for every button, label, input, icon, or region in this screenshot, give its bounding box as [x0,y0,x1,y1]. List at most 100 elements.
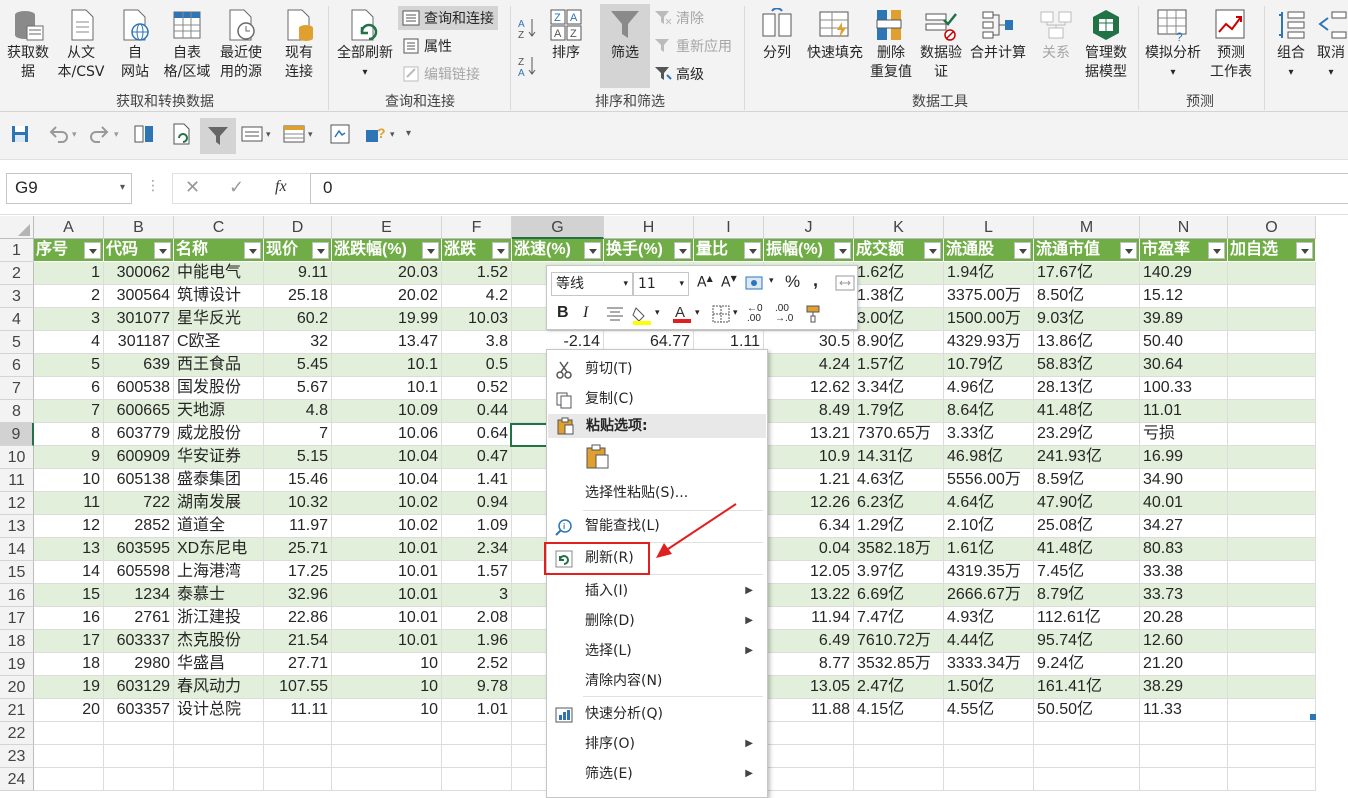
table-cell[interactable] [1228,469,1316,492]
table-cell[interactable]: 21.20 [1140,653,1228,676]
table-header-cell[interactable]: 涨跌幅(%) [332,239,442,262]
edit-links-button[interactable]: 编辑链接 [402,62,480,86]
reapply-button[interactable]: 重新应用 [654,34,732,58]
table-cell[interactable]: 8.79亿 [1034,584,1140,607]
table-cell[interactable]: 100.33 [1140,377,1228,400]
manage-data-model-button[interactable]: 管理数 据模型 [1080,8,1132,82]
table-header-cell[interactable]: 序号 [34,239,104,262]
column-header-l[interactable]: L [944,216,1034,239]
table-cell[interactable]: 盛泰集团 [174,469,264,492]
table-cell[interactable]: 13 [34,538,104,561]
row-header-14[interactable]: 14 [0,538,34,561]
chevron-down-icon[interactable]: ▾ [114,130,119,140]
table-cell[interactable]: 2980 [104,653,174,676]
table-cell[interactable]: 300062 [104,262,174,285]
filter-dropdown-icon[interactable] [312,242,329,259]
table-cell[interactable]: 1.21 [764,469,854,492]
table-header-cell[interactable]: 现价 [264,239,332,262]
flash-fill-button[interactable]: 快速填充 [804,8,866,63]
row-header-23[interactable]: 23 [0,745,34,768]
table-cell[interactable]: 2761 [104,607,174,630]
table-cell[interactable]: 4.96亿 [944,377,1034,400]
empty-cell[interactable] [854,722,944,745]
table-cell[interactable]: 41.48亿 [1034,538,1140,561]
table-cell[interactable] [1228,354,1316,377]
forecast-sheet-button[interactable]: 预测 工作表 [1206,8,1256,82]
filter-dropdown-icon[interactable] [744,242,761,259]
row-header-16[interactable]: 16 [0,584,34,607]
table-cell[interactable]: 5.15 [264,446,332,469]
table-cell[interactable]: 3 [34,308,104,331]
empty-cell[interactable] [1228,745,1316,768]
table-cell[interactable]: 1.41 [442,469,512,492]
table-cell[interactable]: 30.64 [1140,354,1228,377]
filter-dropdown-icon[interactable] [1296,242,1313,259]
table-cell[interactable]: 10.04 [332,469,442,492]
chevron-down-icon[interactable]: ▾ [390,130,395,140]
paste-button[interactable] [585,444,611,470]
table-cell[interactable]: 27.71 [264,653,332,676]
table-cell[interactable]: 4.93亿 [944,607,1034,630]
table-cell[interactable]: 17.25 [264,561,332,584]
table-cell[interactable]: 11.97 [264,515,332,538]
empty-cell[interactable] [854,768,944,791]
table-cell[interactable]: 3 [442,584,512,607]
sort-ascending-button[interactable]: AZ [518,14,540,41]
table-cell[interactable]: 10.01 [332,561,442,584]
table-cell[interactable] [1228,446,1316,469]
row-header-4[interactable]: 4 [0,308,34,331]
table-cell[interactable]: 5 [34,354,104,377]
empty-cell[interactable] [764,745,854,768]
filter-icon[interactable] [200,118,236,154]
table-cell[interactable] [1228,377,1316,400]
recent-sources-button[interactable]: 最近使 用的源 [214,8,268,82]
table-cell[interactable]: 10.04 [332,446,442,469]
table-cell[interactable]: 2 [34,285,104,308]
table-cell[interactable]: 9.24亿 [1034,653,1140,676]
table-cell[interactable]: 国发股份 [174,377,264,400]
table-cell[interactable]: 10.01 [332,630,442,653]
group-button[interactable]: 组合 ▾ [1270,8,1312,82]
table-cell[interactable]: 12 [34,515,104,538]
row-header-11[interactable]: 11 [0,469,34,492]
table-cell[interactable]: 6.23亿 [854,492,944,515]
table-cell[interactable]: 14.31亿 [854,446,944,469]
redo-icon[interactable] [88,122,112,146]
table-cell[interactable]: 1.50亿 [944,676,1034,699]
refresh-icon[interactable] [170,122,194,146]
table-cell[interactable]: 19 [34,676,104,699]
empty-cell[interactable] [174,722,264,745]
get-data-button[interactable]: 获取数 据 [4,8,52,82]
chevron-down-icon[interactable]: ▾ [72,130,77,140]
table-cell[interactable]: 22.86 [264,607,332,630]
row-header-9[interactable]: 9 [0,423,34,446]
table-cell[interactable]: 6.49 [764,630,854,653]
table-cell[interactable]: 50.40 [1140,331,1228,354]
queries-connections-button[interactable]: 查询和连接 [398,6,498,30]
table-cell[interactable]: 9.03亿 [1034,308,1140,331]
row-header-6[interactable]: 6 [0,354,34,377]
table-cell[interactable]: 10.01 [332,584,442,607]
table-cell[interactable]: 15.12 [1140,285,1228,308]
menu-item-delete[interactable]: 删除(D) ▶ [547,606,767,636]
table-cell[interactable] [1228,262,1316,285]
table-cell[interactable]: 泰慕士 [174,584,264,607]
table-cell[interactable]: 11.01 [1140,400,1228,423]
empty-cell[interactable] [442,745,512,768]
table-cell[interactable]: 10 [332,699,442,722]
fill-color-icon[interactable] [631,304,653,326]
table-cell[interactable]: 5.67 [264,377,332,400]
table-cell[interactable]: 10.9 [764,446,854,469]
table-cell[interactable]: 10.1 [332,354,442,377]
table-cell[interactable]: 301077 [104,308,174,331]
table-cell[interactable]: 1.01 [442,699,512,722]
table-cell[interactable]: 2.52 [442,653,512,676]
borders-icon[interactable] [711,304,731,324]
table-cell[interactable]: 8 [34,423,104,446]
filter-dropdown-icon[interactable] [422,242,439,259]
filter-dropdown-icon[interactable] [924,242,941,259]
table-cell[interactable]: 5.45 [264,354,332,377]
table-cell[interactable]: 40.01 [1140,492,1228,515]
font-name-select[interactable]: 等线 ▾ [551,272,633,296]
from-web-button[interactable]: 自 网站 [114,8,156,82]
